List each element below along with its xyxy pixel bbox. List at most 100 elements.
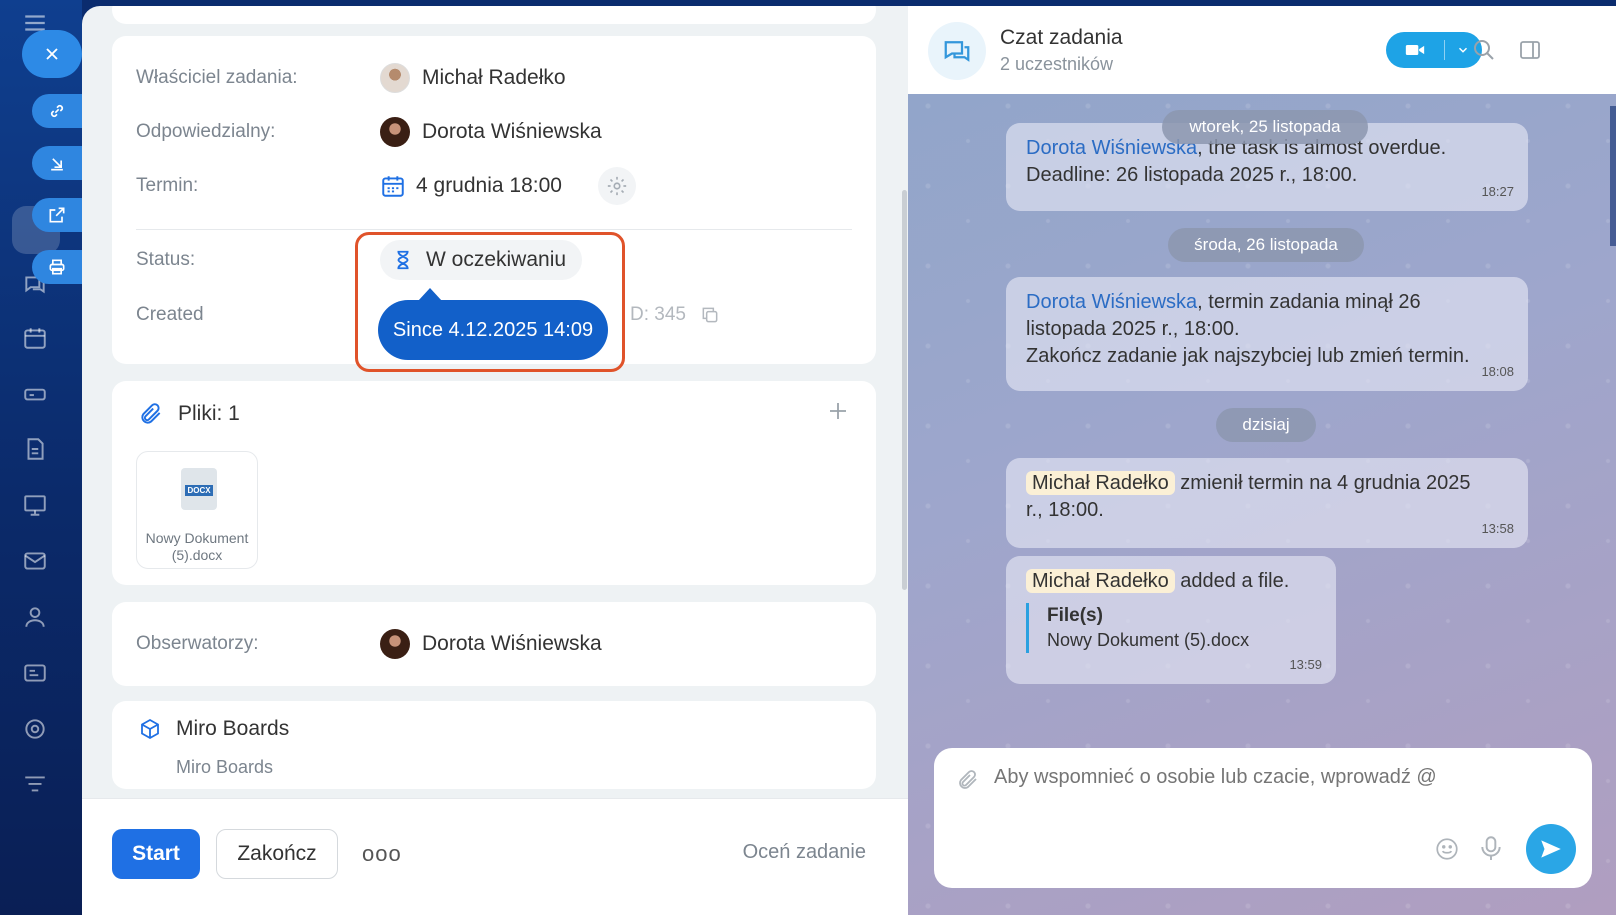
- send-icon: [1541, 840, 1561, 858]
- mail-icon[interactable]: [22, 548, 48, 574]
- message-text: listopada 2025 r., 18:00.: [1026, 318, 1240, 340]
- voice-button[interactable]: [1478, 834, 1504, 862]
- message-text: added a file.: [1174, 570, 1290, 592]
- open-external-button[interactable]: [32, 198, 82, 232]
- file-badge: DOCX: [185, 485, 213, 496]
- avatar: [380, 117, 410, 147]
- deadline-value[interactable]: 4 grudnia 18:00: [380, 167, 636, 205]
- file-attachment[interactable]: File(s) Nowy Dokument (5).docx: [1026, 603, 1316, 653]
- start-button[interactable]: Start: [112, 829, 200, 879]
- printer-icon: [49, 259, 65, 275]
- date-separator: wtorek, 25 listopada: [1162, 110, 1368, 144]
- download-icon: [51, 158, 63, 171]
- search-icon: [1474, 40, 1494, 60]
- calendar-icon: [382, 176, 404, 197]
- drive-icon[interactable]: [22, 381, 48, 407]
- chat-message: Michał Radełko added a file. File(s) Now…: [1006, 556, 1336, 684]
- print-button[interactable]: [32, 250, 82, 284]
- chat-participants[interactable]: 2 uczestników: [1000, 54, 1113, 75]
- file-attachment-name: Nowy Dokument (5).docx: [1047, 630, 1250, 650]
- status-tooltip-text: Since 4.12.2025 14:09: [392, 318, 594, 341]
- contacts-icon[interactable]: [22, 604, 48, 630]
- file-item[interactable]: DOCX Nowy Dokument (5).docx: [136, 451, 258, 569]
- files-card: Pliki: 1 DOCX Nowy Dokument (5).docx: [112, 381, 876, 585]
- date-separator: dzisiaj: [1216, 408, 1316, 442]
- search-button[interactable]: [1472, 38, 1496, 62]
- message-mention[interactable]: Michał Radełko: [1026, 471, 1175, 495]
- observer-name: Dorota Wiśniewska: [422, 632, 602, 655]
- observers-value[interactable]: Dorota Wiśniewska: [380, 629, 602, 659]
- copy-link-button[interactable]: [32, 94, 82, 128]
- chat-title: Czat zadania: [1000, 26, 1123, 49]
- add-file-button[interactable]: [826, 399, 850, 423]
- responsible-name: Dorota Wiśniewska: [422, 120, 602, 143]
- board-icon[interactable]: [22, 492, 48, 518]
- message-mention[interactable]: Michał Radełko: [1026, 569, 1175, 593]
- files-title: Pliki: 1: [178, 402, 240, 425]
- emoji-button[interactable]: [1434, 836, 1460, 862]
- send-button[interactable]: [1526, 824, 1576, 874]
- status-label: Status:: [136, 249, 196, 270]
- filter-icon[interactable]: [22, 772, 48, 798]
- deadline-row: Termin: 4 grudnia 18:00: [136, 166, 852, 206]
- card-icon[interactable]: [22, 660, 48, 686]
- observers-card: Obserwatorzy: Dorota Wiśniewska: [112, 602, 876, 686]
- message-input[interactable]: [994, 766, 1574, 789]
- created-label: Created: [136, 304, 204, 325]
- calendar-icon[interactable]: [22, 325, 48, 351]
- deadline-settings-button[interactable]: [597, 167, 636, 205]
- avatar: [380, 63, 410, 93]
- message-text: zmienił termin na 4 grudnia 2025: [1174, 472, 1471, 494]
- sidebar-toggle-button[interactable]: [1518, 38, 1542, 62]
- task-panel: Właściciel zadania: Michał Radełko Odpow…: [82, 6, 908, 915]
- document-icon[interactable]: [22, 436, 48, 462]
- deadline-text: 4 grudnia 18:00: [416, 174, 562, 197]
- gear-icon: [607, 176, 627, 196]
- copy-icon[interactable]: [700, 305, 720, 325]
- close-icon: [46, 48, 58, 60]
- chat-message: Dorota Wiśniewska, termin zadania minął …: [1006, 277, 1528, 391]
- message-text: , termin zadania minął 26: [1197, 291, 1421, 313]
- task-scrollbar[interactable]: [902, 190, 907, 590]
- attach-button[interactable]: [956, 768, 980, 792]
- miro-subtitle[interactable]: Miro Boards: [176, 757, 273, 778]
- responsible-label: Odpowiedzialny:: [136, 121, 276, 142]
- external-link-icon: [49, 207, 65, 223]
- more-button[interactable]: ooo: [362, 841, 402, 867]
- sidebar-icon: [1520, 41, 1540, 59]
- owner-label: Właściciel zadania:: [136, 67, 298, 88]
- chat-bubbles-icon: [944, 41, 970, 62]
- finish-button[interactable]: Zakończ: [216, 829, 338, 879]
- message-text: Zakończ zadanie jak najszybciej lub zmie…: [1026, 345, 1470, 367]
- chevron-down-icon: [1458, 47, 1468, 53]
- observers-label: Obserwatorzy:: [136, 633, 259, 654]
- message-mention[interactable]: Dorota Wiśniewska: [1026, 291, 1197, 313]
- target-icon[interactable]: [22, 716, 48, 742]
- responsible-value[interactable]: Dorota Wiśniewska: [380, 117, 602, 147]
- message-time: 13:59: [1289, 657, 1322, 672]
- status-text: W oczekiwaniu: [426, 248, 567, 271]
- message-time: 18:08: [1481, 364, 1514, 379]
- miro-header: Miro Boards: [138, 717, 289, 741]
- left-sidebar: [0, 0, 82, 915]
- files-header: Pliki: 1: [138, 401, 240, 427]
- paperclip-icon: [141, 403, 161, 424]
- camera-icon: [1405, 45, 1425, 55]
- miro-card: Miro Boards Miro Boards: [112, 701, 876, 789]
- miro-title: Miro Boards: [176, 717, 290, 740]
- responsible-row: Odpowiedzialny: Dorota Wiśniewska: [136, 112, 852, 152]
- close-button[interactable]: [22, 30, 82, 78]
- message-text: r., 18:00.: [1026, 499, 1104, 521]
- rate-task-button[interactable]: Oceń zadanie: [743, 841, 866, 864]
- hourglass-icon: [397, 250, 409, 270]
- status-badge[interactable]: W oczekiwaniu: [380, 240, 583, 280]
- message-text: Deadline: 26 listopada 2025 r., 18:00.: [1026, 164, 1358, 186]
- cube-icon: [141, 718, 159, 740]
- card-top-stub: [112, 6, 876, 24]
- download-button[interactable]: [32, 146, 82, 180]
- task-id-text: D: 345: [630, 304, 686, 325]
- owner-value[interactable]: Michał Radełko: [380, 63, 566, 93]
- action-bar: Start Zakończ ooo Oceń zadanie: [82, 798, 908, 915]
- video-call-button[interactable]: [1386, 32, 1482, 68]
- divider: [136, 229, 852, 230]
